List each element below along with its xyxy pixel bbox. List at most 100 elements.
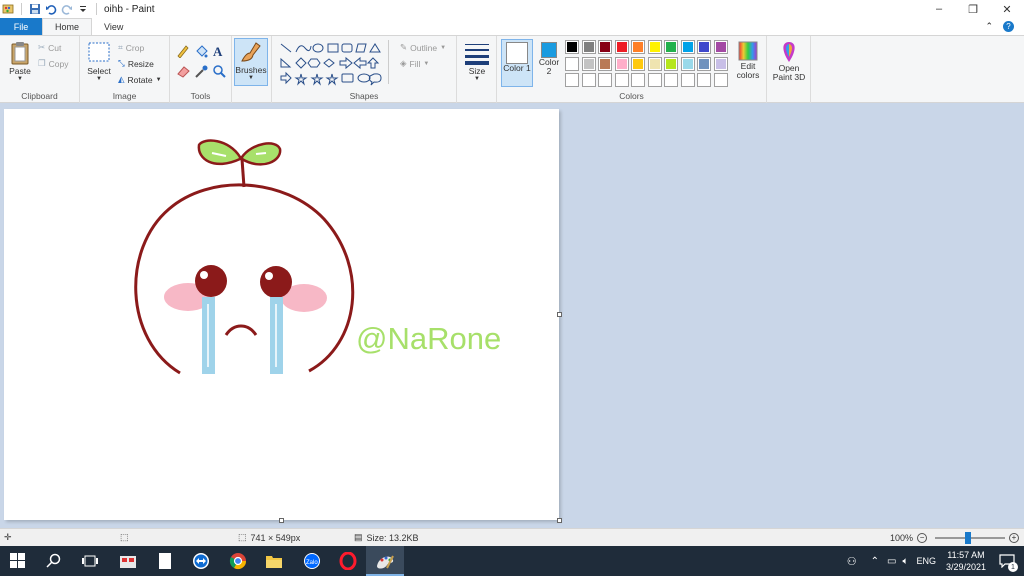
zoom-out-icon[interactable]: − bbox=[917, 532, 928, 543]
resize-handle-right[interactable] bbox=[557, 312, 562, 317]
palette-swatch[interactable] bbox=[598, 56, 612, 71]
swatch-color bbox=[715, 42, 726, 52]
palette-swatch[interactable] bbox=[664, 56, 678, 71]
palette-swatch[interactable] bbox=[581, 40, 596, 54]
taskbar-app-paint-active[interactable] bbox=[366, 546, 404, 576]
palette-swatch[interactable] bbox=[647, 40, 662, 54]
palette-swatch[interactable] bbox=[713, 56, 728, 71]
swatch-color bbox=[567, 42, 577, 52]
search-button[interactable] bbox=[44, 551, 64, 571]
palette-empty-swatch[interactable] bbox=[581, 73, 596, 87]
palette-swatch[interactable] bbox=[697, 40, 711, 54]
start-button[interactable] bbox=[8, 551, 28, 571]
color1-button[interactable]: Color 1 bbox=[501, 39, 533, 87]
clock[interactable]: 11:57 AM 3/29/2021 bbox=[946, 549, 986, 573]
palette-empty-swatch[interactable] bbox=[565, 73, 579, 87]
show-hidden-icons[interactable]: ⌃ bbox=[871, 556, 879, 567]
brushes-button[interactable]: Brushes ▼ bbox=[234, 38, 268, 86]
save-icon[interactable] bbox=[29, 3, 41, 15]
resize-handle-bottom[interactable] bbox=[279, 518, 284, 523]
fill-bucket-icon[interactable] bbox=[194, 44, 208, 58]
tab-file[interactable]: File bbox=[0, 18, 42, 35]
taskbar-app-opera[interactable] bbox=[338, 551, 358, 571]
volume-icon[interactable]: 🔈︎ bbox=[902, 556, 908, 567]
palette-swatch[interactable] bbox=[680, 56, 695, 71]
outline-button[interactable]: ✎ Outline ▼ bbox=[400, 42, 446, 53]
palette-swatch[interactable] bbox=[680, 40, 695, 54]
taskbar-app-notes[interactable] bbox=[155, 551, 175, 571]
people-icon[interactable]: ⚇ bbox=[847, 555, 857, 568]
undo-icon[interactable] bbox=[45, 3, 57, 15]
cut-button[interactable]: ✂ Cut bbox=[38, 42, 61, 53]
tab-view[interactable]: View bbox=[92, 18, 135, 35]
text-tool-icon[interactable]: A bbox=[212, 44, 226, 58]
windows-icon bbox=[10, 553, 25, 568]
palette-empty-swatch[interactable] bbox=[697, 73, 711, 87]
fill-button[interactable]: ◈ Fill ▼ bbox=[400, 58, 429, 69]
chevron-down-icon: ▼ bbox=[155, 76, 162, 83]
drawing-canvas[interactable]: @NaRone bbox=[4, 109, 562, 523]
zoom-in-button[interactable]: + bbox=[1009, 532, 1019, 543]
shapes-scrollbar[interactable] bbox=[388, 40, 396, 84]
taskbar-app-chrome[interactable] bbox=[228, 551, 248, 571]
palette-empty-swatch[interactable] bbox=[713, 73, 728, 87]
svg-text:A: A bbox=[213, 44, 223, 58]
tab-home[interactable]: Home bbox=[42, 18, 93, 35]
eye-highlight bbox=[265, 272, 273, 280]
palette-empty-swatch[interactable] bbox=[647, 73, 662, 87]
edit-colors-button[interactable]: Edit colors bbox=[733, 40, 763, 80]
crop-button[interactable]: ⌗ Crop bbox=[118, 42, 144, 53]
palette-empty-swatch[interactable] bbox=[664, 73, 678, 87]
customize-qat-icon[interactable] bbox=[77, 3, 89, 15]
resize-handle-corner[interactable] bbox=[557, 518, 562, 523]
restore-button[interactable]: ❐ bbox=[956, 0, 990, 18]
palette-swatch[interactable] bbox=[697, 56, 711, 71]
palette-empty-swatch[interactable] bbox=[598, 73, 612, 87]
resize-label: Resize bbox=[127, 58, 154, 69]
color-picker-icon[interactable] bbox=[194, 64, 208, 78]
palette-swatch[interactable] bbox=[713, 40, 728, 54]
network-icon[interactable]: ▭ bbox=[887, 556, 896, 567]
palette-swatch[interactable] bbox=[565, 56, 579, 71]
palette-swatch[interactable] bbox=[598, 40, 612, 54]
resize-button[interactable]: ⤡ Resize bbox=[118, 58, 154, 69]
close-button[interactable]: ✕ bbox=[990, 0, 1024, 18]
zoom-in-icon: + bbox=[1009, 532, 1019, 543]
palette-empty-swatch[interactable] bbox=[680, 73, 695, 87]
zoom-level: 100% − bbox=[890, 532, 928, 543]
select-button[interactable]: Select ▼ bbox=[84, 40, 114, 82]
palette-swatch[interactable] bbox=[614, 56, 629, 71]
palette-swatch[interactable] bbox=[581, 56, 596, 71]
palette-swatch[interactable] bbox=[631, 56, 645, 71]
palette-empty-swatch[interactable] bbox=[631, 73, 645, 87]
help-icon[interactable]: ? bbox=[1003, 21, 1014, 32]
color2-button[interactable]: Color 2 bbox=[537, 42, 561, 76]
size-button[interactable]: Size ▼ bbox=[461, 42, 493, 82]
palette-swatch[interactable] bbox=[664, 40, 678, 54]
notification-center-button[interactable]: 1 bbox=[996, 546, 1018, 576]
taskbar-app-tools[interactable] bbox=[118, 551, 138, 571]
palette-swatch[interactable] bbox=[647, 56, 662, 71]
language-indicator[interactable]: ENG bbox=[916, 556, 936, 566]
shapes-group: ✎ Outline ▼ ◈ Fill ▼ Shapes bbox=[272, 36, 457, 103]
shapes-gallery[interactable] bbox=[278, 40, 388, 86]
palette-empty-swatch[interactable] bbox=[614, 73, 629, 87]
taskbar-app-teamviewer[interactable] bbox=[191, 551, 211, 571]
minimize-button[interactable]: – bbox=[922, 0, 956, 18]
eraser-icon[interactable] bbox=[176, 64, 190, 78]
paste-button[interactable]: Paste ▼ bbox=[6, 40, 34, 82]
open-paint3d-button[interactable]: Open Paint 3D bbox=[769, 40, 809, 82]
taskbar-app-explorer[interactable] bbox=[264, 551, 284, 571]
magnifier-icon[interactable] bbox=[212, 64, 226, 78]
zoom-slider-thumb[interactable] bbox=[965, 532, 971, 544]
palette-swatch[interactable] bbox=[565, 40, 579, 54]
collapse-ribbon-icon[interactable]: ⌃ bbox=[985, 21, 993, 32]
task-view-button[interactable] bbox=[80, 551, 100, 571]
palette-swatch[interactable] bbox=[631, 40, 645, 54]
pencil-icon[interactable] bbox=[176, 44, 190, 58]
copy-button[interactable]: ❐ Copy bbox=[38, 58, 68, 69]
taskbar-app-zalo[interactable]: Zalo bbox=[302, 551, 322, 571]
redo-icon[interactable] bbox=[61, 3, 73, 15]
palette-swatch[interactable] bbox=[614, 40, 629, 54]
rotate-button[interactable]: ◭ Rotate ▼ bbox=[118, 74, 162, 85]
